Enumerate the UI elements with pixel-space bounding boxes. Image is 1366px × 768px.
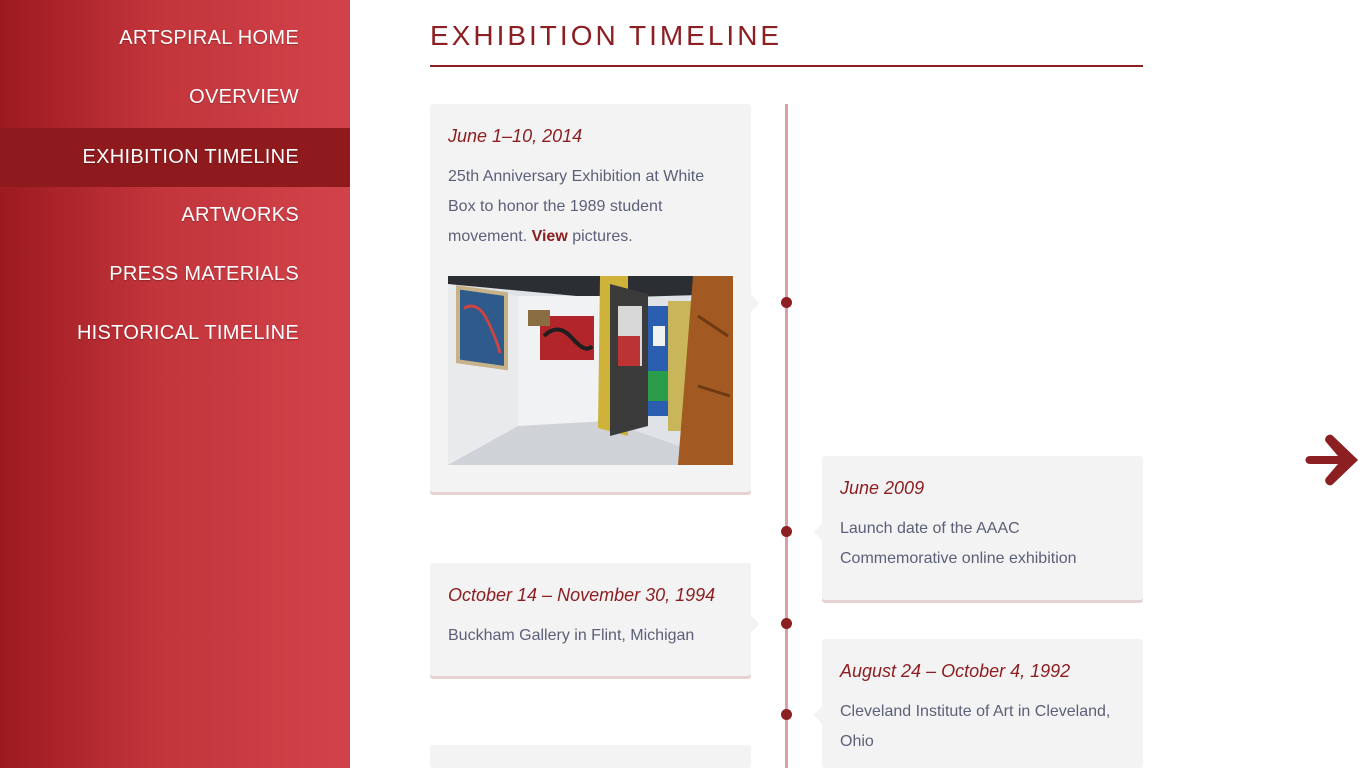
timeline-entry: August 24 – October 4, 1992 Cleveland In… [813, 639, 1143, 768]
view-pictures-link[interactable]: View [532, 228, 568, 245]
entry-date: June 1–10, 2014 [448, 126, 583, 146]
exhibition-photo[interactable] [448, 276, 733, 465]
nav-item-overview[interactable]: OVERVIEW [0, 59, 350, 118]
nav-item-historical-timeline[interactable]: HISTORICAL TIMELINE [0, 295, 350, 354]
card-pointer [742, 294, 760, 312]
timeline-entry [430, 745, 751, 768]
nav-item-press-materials[interactable]: PRESS MATERIALS [0, 236, 350, 295]
title-divider [430, 65, 1143, 67]
timeline-dot [781, 526, 792, 537]
entry-description: Cleveland Institute of Art in Cleveland,… [840, 703, 1111, 750]
entry-description: Launch date of the AAAC Commemorative on… [840, 520, 1077, 567]
entry-date: October 14 – November 30, 1994 [448, 585, 716, 605]
entry-date: June 2009 [840, 478, 925, 498]
timeline-dot [781, 618, 792, 629]
timeline-dot [781, 297, 792, 308]
card-pointer [742, 615, 760, 633]
timeline-entry: June 2009 Launch date of the AAAC Commem… [813, 456, 1143, 600]
page-title: EXHIBITION TIMELINE [430, 20, 783, 51]
entry-description: Buckham Gallery in Flint, Michigan [448, 627, 695, 644]
nav-item-artworks[interactable]: ARTWORKS [0, 177, 350, 236]
card-pointer [813, 706, 831, 724]
sidebar-nav: ARTSPIRAL HOME OVERVIEW EXHIBITION TIMEL… [0, 0, 350, 768]
card-pointer [813, 523, 831, 541]
entry-text: pictures. [567, 228, 633, 245]
timeline-entry: June 1–10, 2014 25th Anniversary Exhibit… [430, 104, 760, 492]
arrow-right-icon[interactable] [1304, 428, 1364, 492]
entry-description: 25th Anniversary Exhibition at White Box… [448, 162, 733, 252]
timeline-line [785, 104, 788, 768]
timeline-dot [781, 709, 792, 720]
nav-item-artspiral-home[interactable]: ARTSPIRAL HOME [0, 0, 350, 59]
timeline-entry: October 14 – November 30, 1994 Buckham G… [430, 563, 760, 676]
entry-date: August 24 – October 4, 1992 [840, 661, 1071, 681]
